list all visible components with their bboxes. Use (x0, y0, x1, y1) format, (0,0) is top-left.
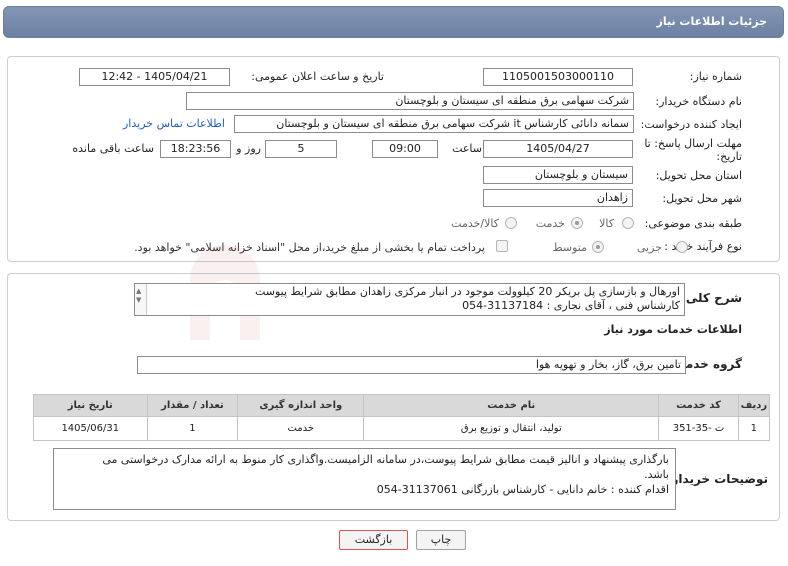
deadline-time-field[interactable]: 09:00 (372, 140, 438, 158)
city-field[interactable]: زاهدان (483, 189, 633, 207)
category-service-label: خدمت (535, 217, 565, 230)
col-service-name: نام خدمت (363, 394, 660, 417)
page-header: جزئیات اطلاعات نیاز (3, 6, 784, 38)
remaining-time-field[interactable]: 18:23:56 (160, 140, 231, 158)
buyer-notes-textarea[interactable]: بارگذاری پیشنهاد و انالیز قیمت مطابق شرا… (53, 448, 676, 510)
services-section-title: اطلاعات خدمات مورد نیاز (604, 323, 742, 336)
purchase-minor-radio[interactable] (676, 241, 688, 253)
buyer-org-field[interactable]: شرکت سهامی برق منطقه ای سیستان و بلوچستا… (186, 92, 634, 110)
summary-scrollbar[interactable] (135, 284, 147, 315)
requester-field[interactable]: سمانه دانائی کارشناس it شرکت سهامی برق م… (234, 115, 634, 133)
treasury-payment-note: پرداخت تمام یا بخشی از مبلغ خرید،از محل … (134, 241, 485, 254)
province-label: استان محل تحویل: (655, 169, 742, 182)
category-goods-label: کالا (599, 217, 614, 230)
deadline-time-label: ساعت (452, 142, 482, 155)
col-quantity: تعداد / مقدار (146, 394, 239, 417)
summary-line-1: اورهال و بازسازی پل بریکر 20 کیلوولت موج… (254, 285, 680, 298)
deadline-date-field[interactable]: 1405/04/27 (483, 140, 633, 158)
buyer-notes-line-3: اقدام کننده : خانم دانایی - کارشناس بازر… (376, 483, 669, 496)
city-label: شهر محل تحویل: (662, 192, 742, 205)
purchase-medium-radio[interactable] (592, 241, 604, 253)
announce-date-label: تاریخ و ساعت اعلان عمومی: (251, 70, 384, 83)
col-unit: واحد اندازه گیری (237, 394, 365, 417)
table-row[interactable]: 1 ت -35-351 تولید، انتقال و توزیع برق خد… (33, 416, 771, 441)
col-service-code: کد خدمت (658, 394, 739, 417)
service-group-field[interactable]: تامین برق، گاز، بخار و تهویه هوا (137, 356, 686, 374)
need-number-field[interactable]: 1105001503000110 (483, 68, 633, 86)
buyer-notes-label: توضیحات خریدار: (666, 472, 768, 486)
buyer-notes-line-2: باشد. (644, 468, 669, 481)
requester-label: ایجاد کننده درخواست: (640, 118, 742, 131)
buyer-org-label: نام دستگاه خریدار: (655, 95, 742, 108)
page-title: جزئیات اطلاعات نیاز (656, 15, 768, 28)
row-quantity: 1 (146, 416, 239, 441)
row-service-code: ت -35-351 (658, 416, 739, 441)
col-row: ردیف (737, 394, 771, 417)
deadline-date-label: تاریخ: (716, 150, 742, 163)
services-table: ردیف کد خدمت نام خدمت واحد اندازه گیری ت… (33, 394, 771, 441)
row-number: 1 (737, 416, 771, 441)
summary-line-2: کارشناس فنی ، آقای نجاری : 31137184-054 (462, 299, 680, 312)
category-goods-service-radio[interactable] (505, 217, 517, 229)
services-table-header: ردیف کد خدمت نام خدمت واحد اندازه گیری ت… (33, 394, 771, 417)
row-need-date: 1405/06/31 (33, 416, 148, 441)
category-goods-service-label: کالا/خدمت (451, 217, 499, 230)
back-button[interactable]: بازگشت (339, 530, 408, 550)
purchase-medium-label: متوسط (552, 241, 587, 254)
buyer-contact-link[interactable]: اطلاعات تماس خریدار (123, 117, 225, 130)
remaining-time-label: ساعت باقی مانده (72, 142, 154, 155)
province-field[interactable]: سیستان و بلوچستان (483, 166, 633, 184)
deadline-label: مهلت ارسال پاسخ: تا (644, 137, 742, 150)
print-button[interactable]: چاپ (416, 530, 466, 550)
announce-date-field[interactable]: 1405/04/21 - 12:42 (79, 68, 230, 86)
row-unit: خدمت (237, 416, 365, 441)
summary-textarea[interactable]: اورهال و بازسازی پل بریکر 20 کیلوولت موج… (134, 283, 685, 316)
purchase-minor-label: جزیی (636, 241, 662, 254)
days-label: روز و (236, 142, 261, 155)
need-number-label: شماره نیاز: (689, 70, 742, 83)
row-service-name: تولید، انتقال و توزیع برق (363, 416, 660, 441)
need-info-panel (7, 56, 780, 262)
col-need-date: تاریخ نیاز (33, 394, 148, 417)
buyer-notes-line-1: بارگذاری پیشنهاد و انالیز قیمت مطابق شرا… (102, 453, 669, 466)
category-label: طبقه بندی موضوعی: (644, 217, 742, 230)
category-goods-radio[interactable] (622, 217, 634, 229)
remaining-days-field[interactable]: 5 (265, 140, 337, 158)
category-service-radio[interactable] (571, 217, 583, 229)
treasury-payment-checkbox[interactable] (496, 240, 508, 252)
